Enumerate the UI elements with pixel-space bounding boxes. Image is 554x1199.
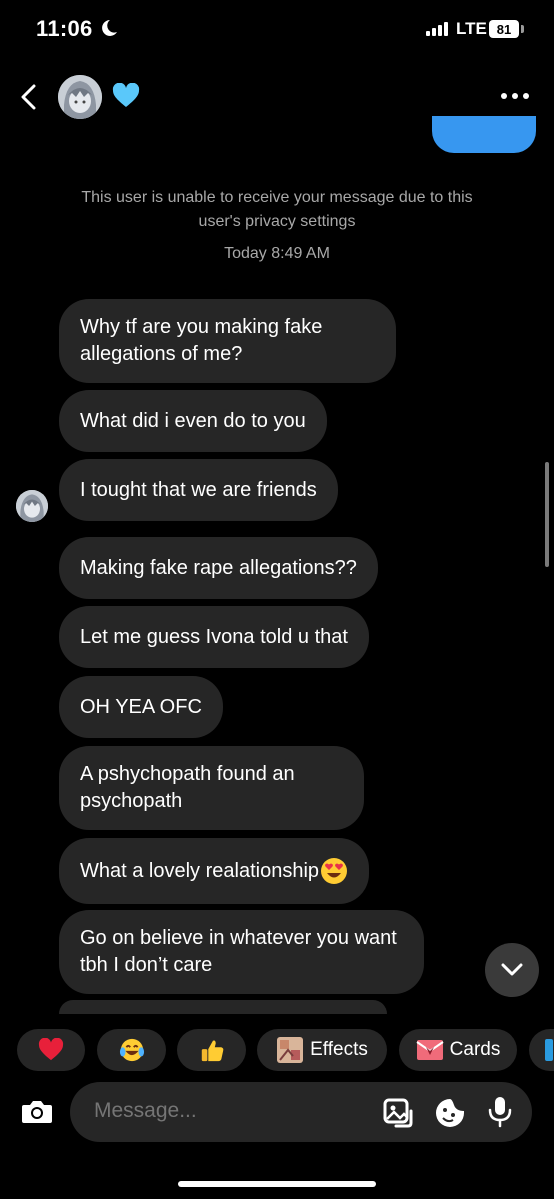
scroll-to-bottom-button[interactable] bbox=[485, 943, 539, 997]
reaction-thumbs-up-button[interactable] bbox=[177, 1029, 246, 1071]
signal-icon bbox=[426, 22, 448, 36]
privacy-notice: This user is unable to receive your mess… bbox=[81, 189, 473, 230]
avatar[interactable] bbox=[58, 75, 102, 119]
reaction-heart-button[interactable] bbox=[17, 1029, 85, 1071]
thumbs-up-icon bbox=[201, 1040, 223, 1062]
message-timestamp: Today 8:49 AM bbox=[224, 245, 330, 262]
sender-avatar[interactable] bbox=[16, 490, 48, 522]
quick-reaction-bar: Effects Cards bbox=[0, 1029, 554, 1073]
message-bubble[interactable]: OH YEA OFC bbox=[59, 676, 223, 738]
reaction-laugh-button[interactable] bbox=[97, 1029, 166, 1071]
microphone-icon[interactable] bbox=[487, 1095, 513, 1129]
chevron-down-icon bbox=[501, 963, 523, 976]
status-time: 11:06 bbox=[36, 16, 93, 41]
effects-button[interactable]: Effects bbox=[257, 1029, 387, 1071]
message-bubble[interactable]: I tought that we are friends bbox=[59, 459, 338, 521]
cards-label: Cards bbox=[449, 1039, 501, 1060]
sticker-icon[interactable] bbox=[434, 1097, 466, 1129]
message-text: A pshychopath found an psychopath bbox=[80, 763, 295, 812]
moon-icon bbox=[102, 20, 117, 36]
message-bubble[interactable]: Why tf are you making fake allegations o… bbox=[59, 299, 396, 383]
status-bar: 11:06 LTE 81 bbox=[0, 0, 554, 62]
chevron-left-icon[interactable] bbox=[18, 84, 40, 110]
message-text: Making fake rape allegations?? bbox=[80, 556, 357, 579]
message-bubble[interactable]: A pshychopath found an psychopath bbox=[59, 746, 364, 830]
message-text: Go on believe in whatever you want tbh I… bbox=[80, 927, 397, 976]
chip-icon bbox=[545, 1039, 553, 1061]
network-label: LTE bbox=[456, 19, 487, 38]
message-text: OH YEA OFC bbox=[80, 695, 202, 718]
more-dots-icon[interactable] bbox=[500, 92, 530, 100]
message-text: What did i even do to you bbox=[80, 409, 306, 432]
battery-nub bbox=[521, 25, 524, 33]
red-heart-icon bbox=[38, 1038, 64, 1061]
sent-message-bubble[interactable] bbox=[432, 116, 536, 153]
camera-icon bbox=[22, 1101, 52, 1123]
gallery-icon[interactable] bbox=[382, 1097, 414, 1129]
battery-icon: 81 bbox=[489, 20, 519, 38]
message-input[interactable] bbox=[94, 1099, 364, 1123]
cards-button[interactable]: Cards bbox=[399, 1029, 517, 1071]
tears-of-joy-icon bbox=[119, 1038, 144, 1062]
heart-eyes-emoji-icon bbox=[321, 858, 348, 884]
message-text: What a lovely realationship bbox=[80, 859, 320, 882]
more-chip-button[interactable] bbox=[529, 1029, 554, 1071]
message-text: Why tf are you making fake allegations o… bbox=[80, 316, 323, 365]
effects-icon bbox=[277, 1037, 304, 1063]
camera-button[interactable] bbox=[18, 1093, 56, 1131]
message-bubble[interactable]: What a lovely realationship bbox=[59, 838, 370, 904]
home-indicator[interactable] bbox=[178, 1181, 376, 1187]
message-bubble[interactable]: Let me guess Ivona told u that bbox=[59, 606, 369, 668]
blue-heart-icon bbox=[112, 83, 140, 107]
message-text: Let me guess Ivona told u that bbox=[80, 625, 348, 648]
card-envelope-icon bbox=[416, 1040, 444, 1060]
message-bubble[interactable]: Making fake rape allegations?? bbox=[59, 537, 378, 599]
message-bubble[interactable]: Go on believe in whatever you want tbh I… bbox=[59, 910, 424, 994]
message-bubble[interactable]: What did i even do to you bbox=[59, 390, 327, 452]
effects-label: Effects bbox=[310, 1039, 368, 1060]
scrollbar[interactable] bbox=[545, 462, 549, 567]
message-text: I tought that we are friends bbox=[80, 478, 317, 501]
message-bubble-partial[interactable] bbox=[59, 1000, 387, 1014]
